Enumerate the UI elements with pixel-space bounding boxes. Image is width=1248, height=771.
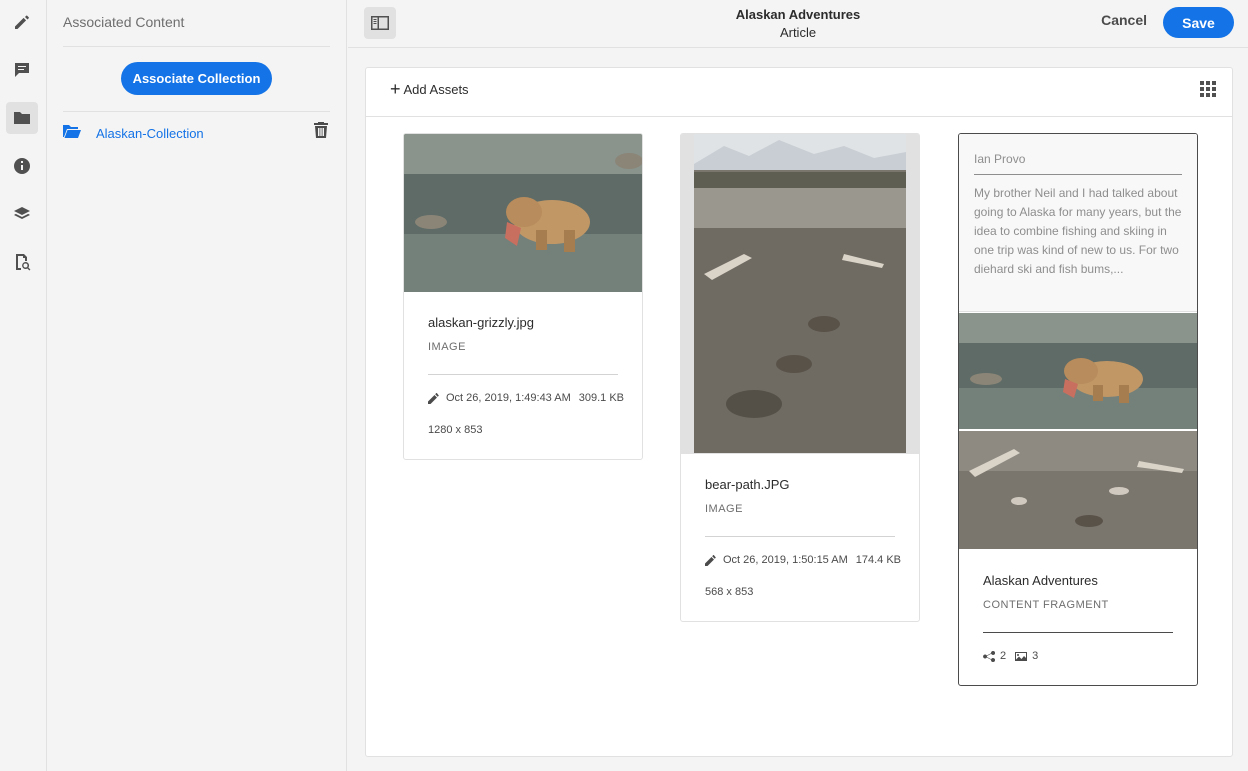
asset-thumbnail <box>404 134 642 292</box>
collection-link[interactable]: Alaskan-Collection <box>96 126 204 141</box>
rail-search-button[interactable] <box>6 246 38 278</box>
asset-meta: Oct 26, 2019, 1:50:15 AM 174.4 KB <box>705 554 901 566</box>
collection-item[interactable]: Alaskan-Collection <box>63 120 330 148</box>
modified-date: Oct 26, 2019, 1:50:15 AM <box>723 554 848 566</box>
references-stat: 2 <box>983 650 1006 662</box>
assets-toolbar: + Add Assets <box>366 68 1232 117</box>
rail-properties-button[interactable] <box>6 150 38 182</box>
asset-thumbnail <box>681 134 919 454</box>
associated-content-panel: Associated Content Associate Collection … <box>47 0 347 771</box>
share-icon <box>983 650 995 662</box>
fragment-image-2 <box>959 431 1197 549</box>
file-size: 309.1 KB <box>578 392 625 404</box>
associate-collection-button[interactable]: Associate Collection <box>121 62 272 95</box>
folder-open-icon <box>63 123 81 139</box>
fragment-stats: 2 3 <box>983 650 1047 662</box>
pencil-icon <box>428 392 439 404</box>
pencil-icon <box>15 15 29 29</box>
fragment-name: Alaskan Adventures <box>983 573 1098 588</box>
trash-icon[interactable] <box>314 122 330 140</box>
assets-content-area: + Add Assets alaskan-grizzly.jpg IMAGE O… <box>365 67 1233 757</box>
asset-name: bear-path.JPG <box>705 477 790 492</box>
divider <box>63 111 330 112</box>
pencil-icon <box>705 554 716 566</box>
comment-icon <box>15 63 29 77</box>
panel-title: Associated Content <box>63 14 185 30</box>
references-count: 2 <box>1000 650 1007 662</box>
rail-variations-button[interactable] <box>6 198 38 230</box>
asset-name: alaskan-grizzly.jpg <box>428 315 534 330</box>
info-icon <box>14 158 30 174</box>
divider <box>63 46 330 47</box>
file-size: 174.4 KB <box>855 554 902 566</box>
asset-type: IMAGE <box>428 341 466 353</box>
asset-dimensions: 568 x 853 <box>705 586 754 598</box>
folder-icon <box>14 112 30 124</box>
images-stat: 3 <box>1015 650 1038 662</box>
search-document-icon <box>16 254 31 271</box>
editor-header: Alaskan Adventures Article Cancel Save <box>348 0 1248 48</box>
rail-annotations-button[interactable] <box>6 54 38 86</box>
card-view-icon[interactable] <box>1200 81 1216 97</box>
rail-edit-button[interactable] <box>6 6 38 38</box>
layers-icon <box>14 207 30 219</box>
images-count: 3 <box>1032 650 1039 662</box>
divider <box>705 536 895 537</box>
add-assets-button[interactable]: + Add Assets <box>390 80 469 98</box>
fragment-preview: Ian Provo My brother Neil and I had talk… <box>959 134 1197 312</box>
plus-icon: + <box>390 79 401 99</box>
save-button[interactable]: Save <box>1163 7 1234 38</box>
fragment-author: Ian Provo <box>974 152 1026 166</box>
image-icon <box>1015 651 1028 661</box>
modified-date: Oct 26, 2019, 1:49:43 AM <box>446 392 571 404</box>
divider <box>974 174 1182 175</box>
asset-dimensions: 1280 x 853 <box>428 424 483 436</box>
fragment-excerpt: My brother Neil and I had talked about g… <box>974 186 1182 276</box>
content-fragment-card[interactable]: Ian Provo My brother Neil and I had talk… <box>958 133 1198 686</box>
fragment-type: CONTENT FRAGMENT <box>983 599 1109 611</box>
asset-card[interactable]: bear-path.JPG IMAGE Oct 26, 2019, 1:50:1… <box>680 133 920 622</box>
divider <box>428 374 618 375</box>
rail-associated-content-button[interactable] <box>6 102 38 134</box>
left-rail <box>0 0 47 771</box>
cancel-button[interactable]: Cancel <box>1101 12 1147 28</box>
divider <box>983 632 1173 633</box>
asset-card[interactable]: alaskan-grizzly.jpg IMAGE Oct 26, 2019, … <box>403 133 643 460</box>
add-assets-label: Add Assets <box>403 81 469 97</box>
fragment-image-1 <box>959 313 1197 429</box>
asset-type: IMAGE <box>705 503 743 515</box>
asset-meta: Oct 26, 2019, 1:49:43 AM 309.1 KB <box>428 392 624 404</box>
